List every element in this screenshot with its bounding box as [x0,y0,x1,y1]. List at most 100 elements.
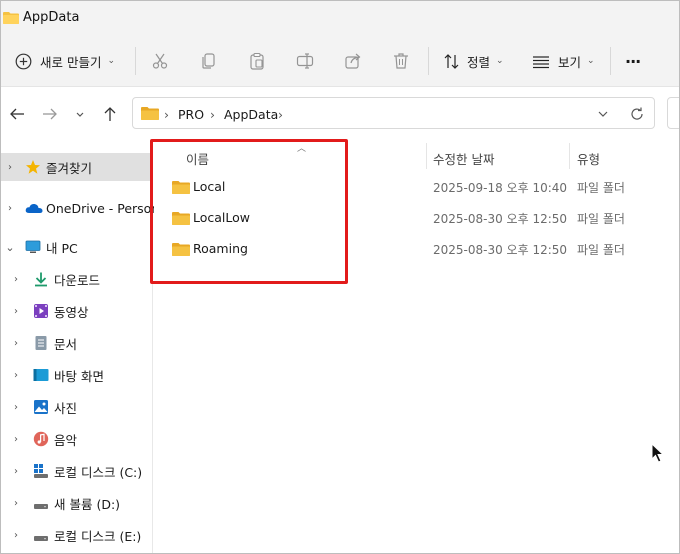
sidebar-item-drive-c[interactable]: › 로컬 디스크 (C:) [1,457,153,485]
rename-button[interactable] [296,49,314,73]
title-bar: AppData [1,1,679,35]
column-divider[interactable] [426,143,427,169]
scissors-icon [152,53,168,69]
chevron-right-icon[interactable]: › [11,274,21,285]
sidebar-item-this-pc[interactable]: ⌄ 내 PC [1,233,153,261]
sidebar-item-favorites[interactable]: › 즐겨찾기 [1,153,153,181]
column-header-date[interactable]: 수정한 날짜 [433,149,494,168]
video-icon [34,304,48,318]
chevron-down-icon: ⌄ [587,56,595,66]
file-row[interactable]: Local 2025-09-18 오후 10:40 파일 폴더 [154,171,679,201]
column-divider[interactable] [569,143,570,169]
sort-icon [444,53,459,69]
copy-icon [202,53,215,69]
share-button[interactable] [344,49,362,73]
chevron-right-icon[interactable]: › [5,203,15,214]
monitor-icon [25,240,41,253]
chevron-right-icon[interactable]: › [11,306,21,317]
breadcrumb-item[interactable]: PRO [178,107,204,122]
refresh-icon[interactable] [629,106,645,122]
folder-icon [172,181,190,194]
forward-arrow-icon[interactable] [41,105,59,123]
address-bar[interactable]: › PRO › AppData › [132,97,655,129]
breadcrumb-separator: › [164,107,169,122]
back-arrow-icon[interactable] [8,105,26,123]
mouse-cursor-icon [651,443,665,463]
search-input[interactable] [667,97,679,129]
more-icon: ··· [625,51,641,71]
sort-ascending-icon: ︿ [297,144,307,154]
toolbar-divider [135,47,136,75]
sidebar-item-drive-e[interactable]: › 로컬 디스크 (E:) [1,521,153,549]
breadcrumb-item[interactable]: AppData [224,107,278,122]
column-header-name[interactable]: 이름 [186,149,209,168]
file-row[interactable]: Roaming 2025-08-30 오후 12:50 파일 폴더 [154,233,679,263]
breadcrumb-separator: › [210,107,215,122]
sidebar-item-onedrive[interactable]: › OneDrive - Persona [1,194,167,222]
file-type: 파일 폴더 [577,212,625,226]
sidebar-item-label: 다운로드 [54,272,101,288]
navigation-pane: › 즐겨찾기 › OneDrive - Persona ⌄ 내 PC › 다운로… [1,141,167,553]
sidebar-item-desktop[interactable]: › 바탕 화면 [1,361,153,389]
star-icon [26,160,40,174]
sidebar-item-label: 새 볼륨 (D:) [54,496,121,512]
file-name: Local [193,179,226,194]
chevron-down-icon[interactable]: ⌄ [5,241,15,254]
toolbar-divider [428,47,429,75]
file-list: ︿ 이름 수정한 날짜 유형 Local 2025-09-18 오후 10:40… [154,141,679,553]
sidebar-item-downloads[interactable]: › 다운로드 [1,265,153,293]
paste-button[interactable] [248,49,266,73]
file-type: 파일 폴더 [577,243,625,257]
up-arrow-icon[interactable] [101,105,119,123]
file-name: LocalLow [193,210,251,225]
file-date: 2025-08-30 오후 12:50 [433,243,568,257]
share-icon [345,53,361,69]
sidebar-item-label: 즐겨찾기 [46,160,93,176]
sidebar-item-drive-d[interactable]: › 새 볼륨 (D:) [1,489,153,517]
chevron-right-icon[interactable]: › [11,434,21,445]
sidebar-item-label: 문서 [54,336,78,352]
chevron-right-icon[interactable]: › [11,338,21,349]
document-icon [35,336,47,350]
sort-button[interactable]: 정렬 ⌄ [443,49,504,73]
address-history-chevron-icon[interactable] [596,107,610,121]
command-bar: 새로 만들기 ⌄ 정렬 ⌄ 보기 ⌄ ··· [1,35,679,87]
breadcrumb-separator: › [278,107,283,122]
cut-button[interactable] [151,49,169,73]
file-explorer-window: AppData 새로 만들기 ⌄ 정렬 ⌄ 보기 ⌄ ··· › PRO › A… [0,0,680,554]
chevron-right-icon[interactable]: › [11,466,21,477]
file-row[interactable]: LocalLow 2025-08-30 오후 12:50 파일 폴더 [154,202,679,232]
folder-icon [141,107,159,120]
sidebar-item-label: 사진 [54,400,78,416]
windows-drive-icon [34,464,48,478]
chevron-right-icon[interactable]: › [5,162,15,173]
plus-circle-icon [15,53,32,69]
file-name: Roaming [193,241,248,256]
folder-icon [172,243,190,256]
window-title: AppData [23,10,80,25]
chevron-right-icon[interactable]: › [11,530,21,541]
desktop-icon [33,369,49,381]
sidebar-item-pictures[interactable]: › 사진 [1,393,153,421]
chevron-right-icon[interactable]: › [11,402,21,413]
more-options-button[interactable]: ··· [625,49,641,73]
chevron-right-icon[interactable]: › [11,370,21,381]
sidebar-item-music[interactable]: › 음악 [1,425,153,453]
file-date: 2025-08-30 오후 12:50 [433,212,568,226]
view-button[interactable]: 보기 ⌄ [532,49,595,73]
delete-button[interactable] [392,49,410,73]
sidebar-item-documents[interactable]: › 문서 [1,329,153,357]
chevron-right-icon[interactable]: › [11,498,21,509]
clipboard-icon [250,52,264,70]
chevron-down-icon: ⌄ [496,56,504,66]
drive-icon [34,536,48,541]
sidebar-item-label: 로컬 디스크 (E:) [54,528,142,544]
view-label: 보기 [558,54,582,70]
sort-label: 정렬 [467,54,491,70]
column-header-type[interactable]: 유형 [577,149,600,168]
copy-button[interactable] [200,49,218,73]
recent-locations-chevron-icon[interactable] [73,105,87,123]
sidebar-item-label: 내 PC [46,240,78,256]
sidebar-item-videos[interactable]: › 동영상 [1,297,153,325]
new-button[interactable]: 새로 만들기 ⌄ [15,49,115,73]
